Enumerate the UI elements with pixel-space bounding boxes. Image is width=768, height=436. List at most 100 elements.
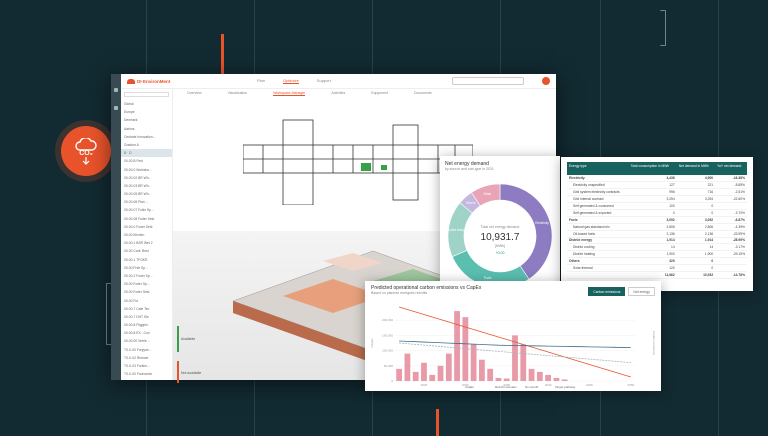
tree-item[interactable]: TX-0-02 Remoer [121, 354, 172, 362]
tree-item[interactable]: 00-00-02 BR Wh... [121, 174, 172, 182]
tree-item[interactable]: Centrale Innovation... [121, 133, 172, 141]
brand-name: DI·EnvironMent [137, 78, 171, 84]
tree-item[interactable]: 00-00-07 Folkv Sp... [121, 206, 172, 214]
tab-overview[interactable]: Overview [187, 91, 202, 95]
capex-bar[interactable] [396, 368, 403, 381]
tree-item[interactable]: 00-00-1 TFOKR [121, 256, 172, 264]
legend-not-available: Not available [181, 371, 202, 375]
tree-item[interactable]: 00-00-8 Fligppln [121, 321, 172, 329]
table-row[interactable]: Natural gas standard mix 2,806 2,806 -4.39% [567, 223, 747, 231]
table-cell: 1,914 [628, 237, 677, 245]
capex-bar[interactable] [487, 368, 494, 381]
table-row[interactable]: 11,662 10,932 -14.78% [567, 271, 747, 279]
table-cell: 0 [676, 209, 716, 217]
tree-item[interactable]: TX-0-00 Foonscher [121, 370, 172, 378]
table-cell: -14.78% [715, 271, 747, 279]
tree-item[interactable]: TX-0-00 Foryyee... [121, 346, 172, 354]
table-row[interactable]: Grid internal contract 3,254 3,254 -22.60% [567, 195, 747, 204]
capex-bar[interactable] [479, 359, 485, 381]
energy-table: Energy type Total consumption in MWh Net d… [567, 162, 747, 279]
tree-item[interactable]: 00-00-0 Workshu... [121, 166, 172, 174]
tree-item[interactable]: 00-00 Foder Sest [121, 288, 172, 296]
bracket-decor [660, 10, 666, 46]
tree-item[interactable]: 00-00 Frsfr Sp... [121, 264, 172, 272]
tab-documents[interactable]: Documents [414, 91, 432, 95]
tree-item[interactable]: 00-00-8 EX - Con [121, 329, 172, 337]
table-row[interactable]: District cooling 14 14 -3.17% [567, 243, 747, 252]
capex-bar[interactable] [545, 374, 551, 381]
home-icon[interactable] [114, 106, 118, 110]
capex-bar[interactable] [503, 378, 510, 381]
search-input[interactable] [452, 77, 524, 85]
table-cell: 1,914 [676, 237, 716, 245]
table-row[interactable]: District energy 1,914 1,914 -28.99% [567, 237, 747, 245]
tree-item[interactable]: 00-00-1 BSR Wet 2 [121, 239, 172, 247]
tree-item[interactable]: 00-00 Fut [121, 297, 172, 305]
capex-bar[interactable] [421, 362, 427, 381]
table-row[interactable]: Electricity unspecified 127 221 -8.85% [567, 181, 747, 190]
table-row[interactable]: Self generated & exported 0 0 -3.70% [567, 209, 747, 217]
nav-support[interactable]: Support [317, 78, 331, 84]
tree-item[interactable]: 00-00 Foder Sp... [121, 280, 172, 288]
table-row[interactable]: Fuels 3,052 3,052 -6.87% [567, 216, 747, 224]
tab-visualization[interactable]: Visualization [228, 91, 248, 95]
table-cell: Grid system electricity contracts [567, 188, 629, 197]
capex-bar[interactable] [520, 344, 527, 381]
tree-item[interactable]: Denmark [121, 116, 172, 124]
tree-item[interactable]: Aarhus [121, 125, 172, 133]
x-tick: 2040 [545, 383, 552, 387]
tree-item[interactable]: 00-00-06 Plan ... [121, 198, 172, 206]
avatar[interactable] [542, 77, 550, 85]
tree-item[interactable]: TX-0-04 Cons Nu... [121, 378, 172, 380]
stage: CO₂ DI·EnvironMent Plan Optimize Support G… [0, 0, 768, 436]
capex-bar[interactable] [404, 353, 411, 381]
nav-optimize[interactable]: Optimize [283, 78, 299, 84]
tree-item[interactable]: 00-00 Kitchen [121, 231, 172, 239]
tree-item[interactable]: 00-00 B Fest [121, 157, 172, 165]
capex-bar[interactable] [495, 377, 502, 381]
capex-bar[interactable] [445, 353, 452, 381]
table-row[interactable]: Self generated & consumed 100 0 [567, 202, 747, 210]
capex-bar[interactable] [429, 374, 436, 381]
tree-item[interactable]: 00-00-05 BR Wh... [121, 190, 172, 198]
tree-item[interactable]: 00-00-7 DHT Sle [121, 313, 172, 321]
tree-item[interactable]: Global [121, 100, 172, 108]
capex-bar[interactable] [412, 371, 419, 381]
tree-item[interactable]: Europe [121, 108, 172, 116]
table-row[interactable]: District heating 1,900 1,900 -29.15% [567, 250, 747, 259]
table-row[interactable]: Grid system electricity contracts 996 716-… [567, 188, 747, 197]
tree-item[interactable]: B · D [121, 149, 172, 158]
capex-bar[interactable] [454, 311, 460, 381]
tree-item[interactable]: Gradum A [121, 141, 172, 149]
tab-activities[interactable]: Activities [331, 91, 345, 95]
tab-workspace-manager[interactable]: Workspace Manager [273, 91, 306, 96]
tree-item[interactable]: 00-00-08 Foder Sest [121, 215, 172, 223]
table-cell: 14 [628, 243, 677, 252]
nav-plan[interactable]: Plan [257, 78, 265, 84]
tree-item[interactable]: TX-0-03 Fontim... [121, 362, 172, 370]
tree-item[interactable]: 00-00 Conf. Best [121, 247, 172, 255]
table-row[interactable]: Solar thermal 120 0 [567, 264, 747, 272]
tree-item[interactable]: 00-00-7 Cafe Tec [121, 305, 172, 313]
table-cell: -29.15% [715, 250, 747, 259]
capex-bar[interactable] [437, 365, 444, 381]
tree-search-input[interactable] [124, 92, 169, 97]
table-cell: District heating [567, 250, 629, 259]
table-cell: Others [567, 257, 629, 266]
tree-item[interactable]: 00-00-00 Verrie ... [121, 337, 172, 345]
capex-bar[interactable] [528, 368, 535, 381]
menu-icon[interactable] [114, 88, 118, 92]
capex-bar[interactable] [470, 344, 477, 381]
capex-bar[interactable] [553, 377, 560, 381]
tree-item[interactable]: 00-00-03 BR Wh... [121, 182, 172, 190]
tree-item[interactable]: 00-00-0 Foder Sest [121, 223, 172, 231]
tab-equipment[interactable]: Equipment [371, 91, 388, 95]
table-row[interactable]: Others 320 0 [567, 257, 747, 266]
table-row[interactable]: Oil-based fuels 2,136 2,136 -23.99% [567, 230, 747, 238]
accent-bar [221, 34, 224, 76]
capex-bar[interactable] [536, 371, 543, 381]
brand-logo[interactable]: DI·EnvironMent [127, 78, 237, 84]
table-row[interactable]: Electricity 4,436 4,900 -16.38% [567, 175, 747, 183]
capex-bar[interactable] [561, 379, 568, 381]
tree-item[interactable]: 00-00-2 Foder Sp... [121, 272, 172, 280]
